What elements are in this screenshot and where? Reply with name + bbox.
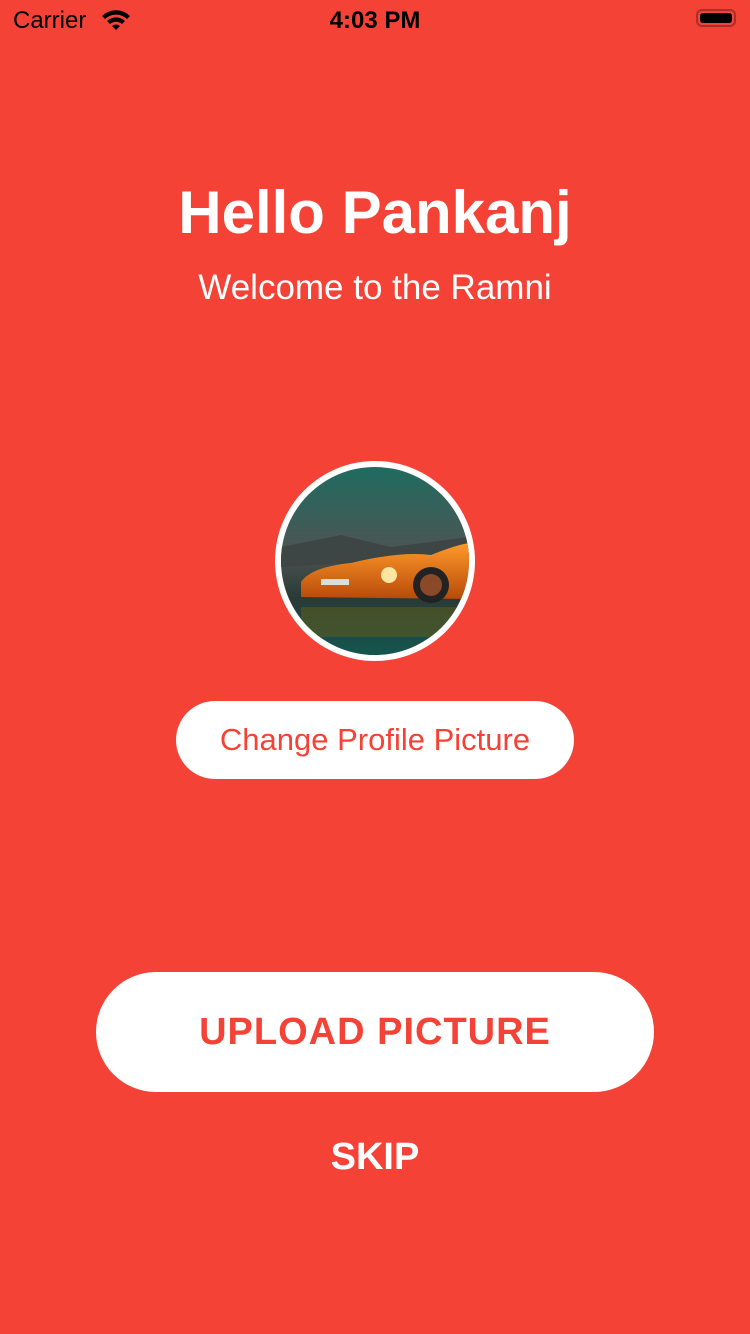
page-title: Hello Pankanj [178,179,572,246]
change-profile-picture-button[interactable]: Change Profile Picture [176,701,574,779]
skip-button[interactable]: SKIP [300,1132,450,1182]
page-subtitle: Welcome to the Ramni [198,268,552,307]
status-bar: Carrier 4:03 PM [0,0,750,40]
avatar [275,461,475,661]
upload-picture-button[interactable]: UPLOAD PICTURE [96,972,654,1092]
clock: 4:03 PM [329,7,421,34]
battery-icon [696,9,736,27]
profile-car-image [281,467,469,655]
